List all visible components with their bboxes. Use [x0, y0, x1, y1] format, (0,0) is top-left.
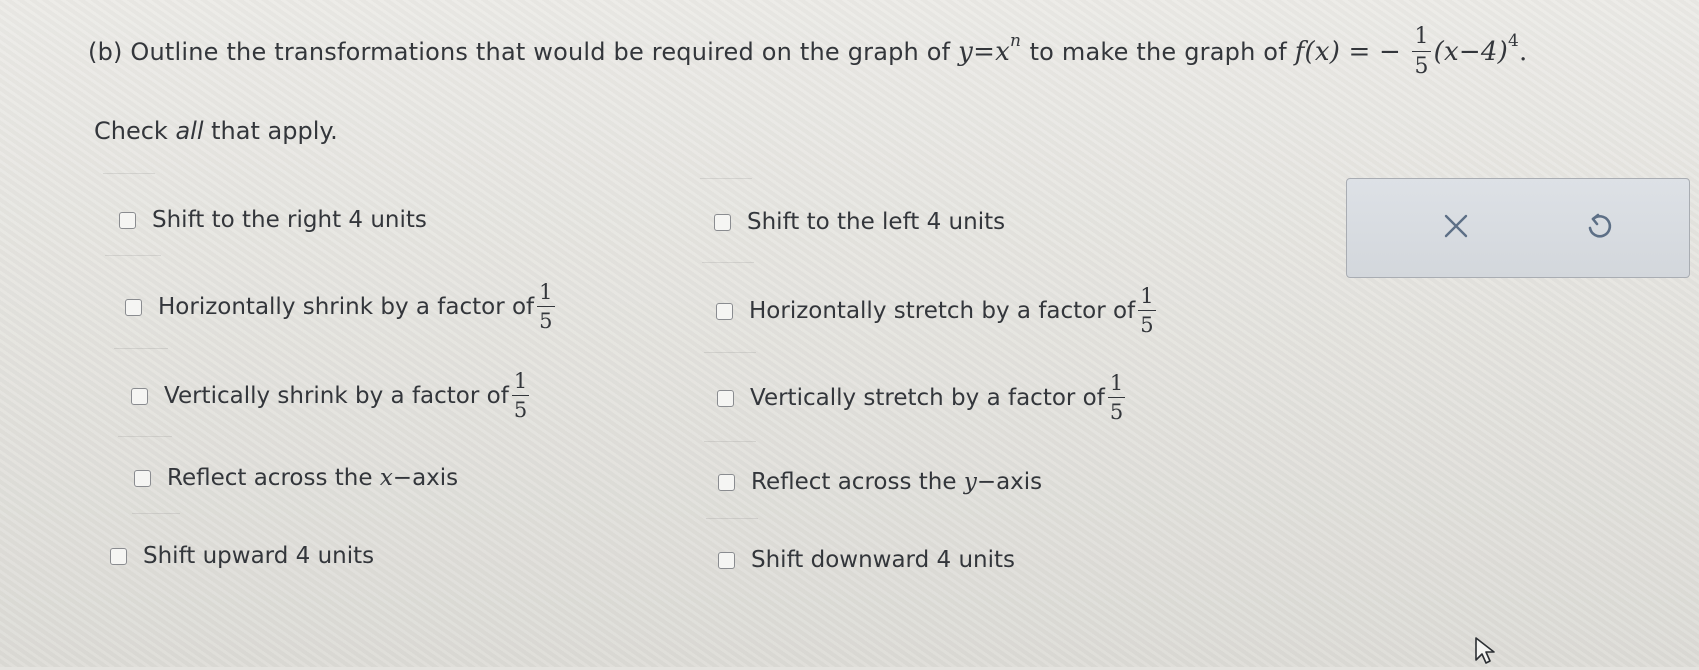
divider [118, 436, 172, 437]
question-page: (b) Outline the transformations that wou… [0, 0, 1699, 667]
target-function: f(x) = − [1294, 37, 1401, 67]
instruction-text: Check all that apply. [94, 117, 338, 145]
divider [114, 348, 168, 349]
checkbox[interactable] [718, 473, 735, 491]
checkbox[interactable] [717, 389, 734, 407]
checkbox[interactable] [714, 213, 731, 231]
divider [706, 518, 758, 519]
checkbox[interactable] [110, 547, 127, 565]
option-vertical-stretch[interactable]: Vertically stretch by a factor of 15 [717, 373, 1128, 423]
checkbox[interactable] [119, 211, 136, 229]
option-horizontal-shrink[interactable]: Horizontally shrink by a factor of 15 [125, 282, 558, 332]
checkbox[interactable] [134, 469, 151, 487]
factor-fraction: 15 [511, 369, 530, 422]
target-body: (x−4)4. [1433, 31, 1528, 67]
answer-tool-panel [1346, 178, 1690, 278]
divider [702, 262, 754, 263]
checkbox[interactable] [718, 551, 735, 569]
mouse-cursor-icon [1474, 636, 1498, 670]
question-connector: to make the graph of [1029, 38, 1287, 66]
undo-button[interactable] [1571, 199, 1625, 253]
question-label: (b) Outline the transformations that wou… [88, 38, 951, 66]
option-shift-downward-4[interactable]: Shift downward 4 units [718, 547, 1015, 573]
option-reflect-x-axis[interactable]: Reflect across the x −axis [134, 465, 458, 491]
checkbox[interactable] [125, 298, 142, 316]
clear-button[interactable] [1429, 199, 1483, 253]
option-shift-upward-4[interactable]: Shift upward 4 units [110, 543, 374, 569]
divider [132, 513, 180, 514]
factor-fraction: 15 [1138, 284, 1156, 337]
parent-function: y=xn [958, 31, 1022, 67]
divider [103, 173, 155, 174]
checkbox[interactable] [716, 302, 733, 320]
divider [704, 352, 756, 353]
undo-icon [1588, 213, 1612, 238]
checkbox[interactable] [131, 387, 148, 405]
question-prompt: (b) Outline the transformations that wou… [88, 26, 1527, 78]
factor-fraction: 15 [537, 280, 555, 333]
close-icon [1444, 214, 1468, 238]
divider [700, 178, 752, 179]
option-vertical-shrink[interactable]: Vertically shrink by a factor of 15 [131, 371, 532, 421]
option-reflect-y-axis[interactable]: Reflect across the y −axis [718, 469, 1042, 495]
divider [105, 255, 161, 256]
factor-fraction: 15 [1107, 371, 1126, 424]
option-shift-right-4[interactable]: Shift to the right 4 units [119, 207, 427, 233]
target-fraction: 15 [1412, 24, 1431, 79]
option-horizontal-stretch[interactable]: Horizontally stretch by a factor of 15 [716, 286, 1159, 336]
divider [704, 441, 756, 442]
option-shift-left-4[interactable]: Shift to the left 4 units [714, 209, 1005, 235]
